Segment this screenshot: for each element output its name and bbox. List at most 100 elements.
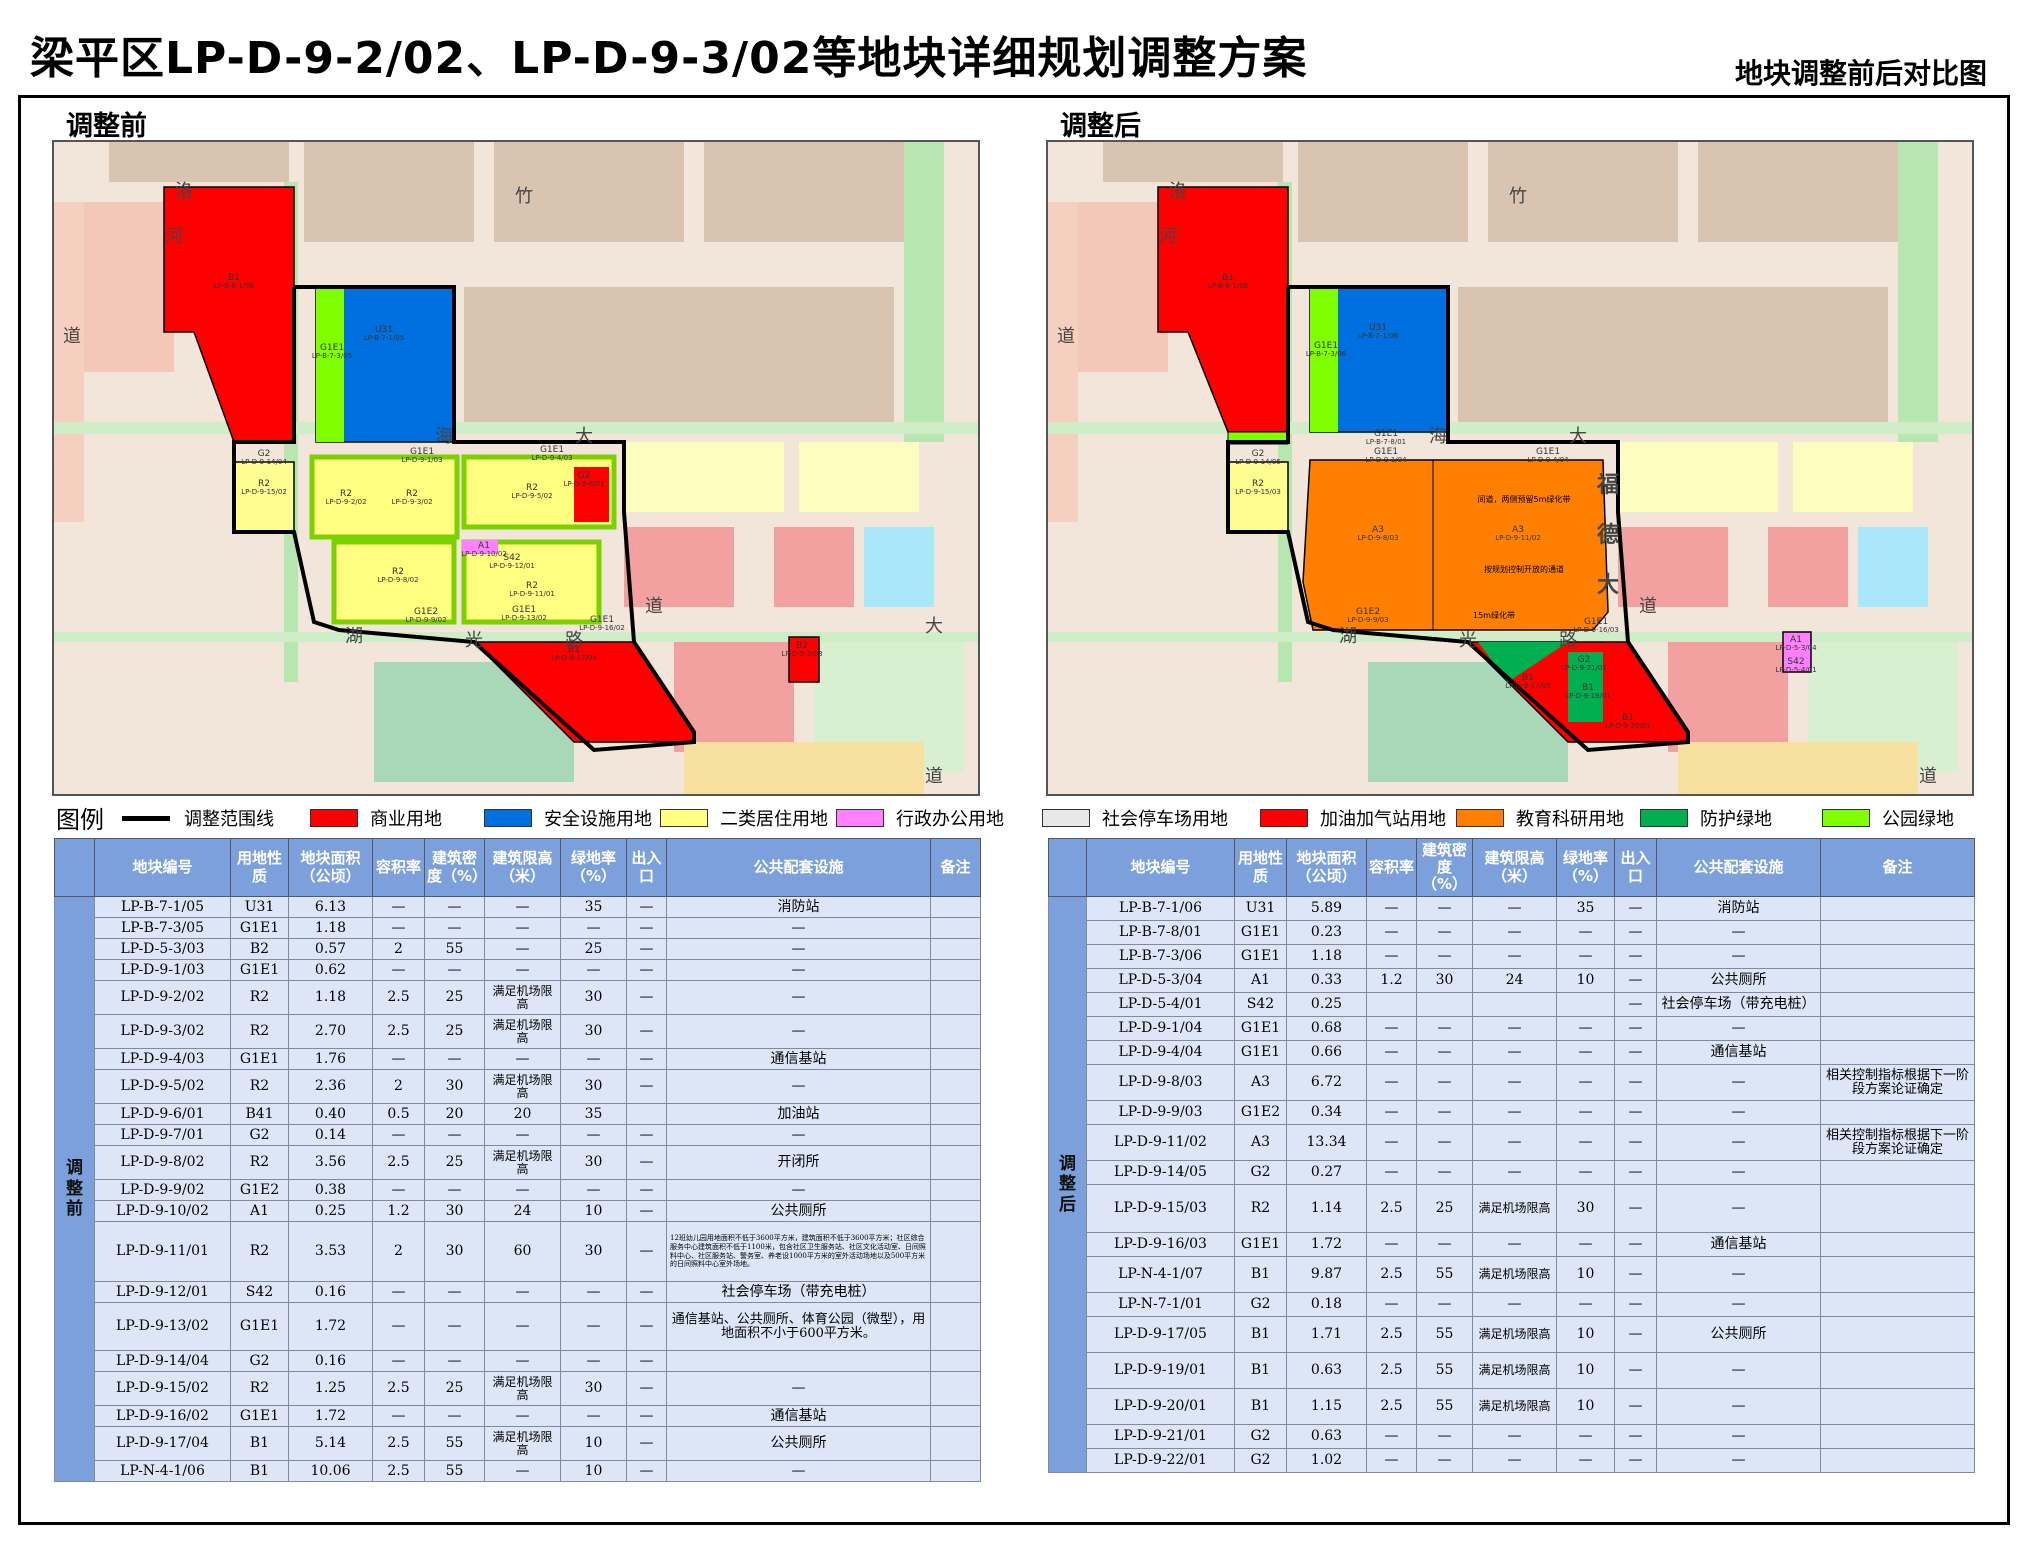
table-cell <box>930 1405 981 1427</box>
table-cell: 55 <box>1416 1388 1473 1425</box>
table-cell <box>1820 1256 1975 1293</box>
table-cell: LP-D-9-16/03 <box>1086 1232 1235 1257</box>
table-cell: 1.2 <box>1366 968 1417 993</box>
table-cell: 2.5 <box>372 1460 425 1482</box>
table-cell: 公共厕所 <box>1656 1316 1821 1353</box>
table-cell: 1.15 <box>1286 1388 1367 1425</box>
table-cell: — <box>1614 968 1657 993</box>
table-cell: R2 <box>230 1069 289 1104</box>
table-cell: — <box>1614 1424 1657 1449</box>
table-cell <box>930 896 981 918</box>
map-parcel-label: LP-D-9-19/01 <box>1565 692 1611 700</box>
table-cell: — <box>1416 944 1473 969</box>
table-cell: LP-D-9-6/01 <box>94 1103 231 1125</box>
table-cell: 1.25 <box>288 1371 373 1406</box>
table-cell: B1 <box>230 1460 289 1482</box>
green-strip <box>1048 422 1972 434</box>
table-cell: 25 <box>560 938 627 960</box>
table-cell: — <box>1614 1160 1657 1185</box>
table-cell: 满足机场限高 <box>1472 1352 1557 1389</box>
table-cell: — <box>1556 1100 1615 1125</box>
table-cell: — <box>1472 1160 1557 1185</box>
table-cell <box>930 1069 981 1104</box>
table-cell: R2 <box>230 980 289 1015</box>
table-cell: 2.5 <box>1366 1256 1417 1293</box>
table-header-cell: 公共配套设施 <box>1656 838 1821 897</box>
table-cell: R2 <box>230 1371 289 1406</box>
table-cell <box>930 1302 981 1351</box>
table-cell: 24 <box>484 1200 561 1222</box>
table-row: LP-D-9-5/02 R2 2.36 2 30 满足机场限高 30— — <box>55 1069 981 1104</box>
table-row: LP-D-9-12/01 S42 0.16— — — — — 社会停车场（带充电桩） <box>55 1281 981 1303</box>
table-cell: — <box>1416 1160 1473 1185</box>
table-cell <box>930 1145 981 1180</box>
table-cell: 通信基站 <box>1656 1040 1821 1065</box>
legend-item: 教育科研用地 <box>1456 806 1624 830</box>
table-cell: 0.14 <box>288 1124 373 1146</box>
table-cell: LP-D-9-3/02 <box>94 1014 231 1049</box>
table-cell: 满足机场限高 <box>484 980 561 1015</box>
map-parcel-label: LP-D-9-14/05 <box>1235 458 1281 466</box>
table-row: LP-N-4-1/06 B1 10.06 2.5 55—10— — <box>55 1460 981 1482</box>
table-cell: 开闭所 <box>666 1145 931 1180</box>
table-cell: 1.71 <box>1286 1316 1367 1353</box>
legend-swatch <box>1260 809 1308 827</box>
table-cell: — <box>484 1460 561 1482</box>
table-cell: 0.38 <box>288 1179 373 1201</box>
table-cell: — <box>1366 1424 1417 1449</box>
table-cell: B1 <box>1234 1256 1287 1293</box>
table-cell: — <box>484 1405 561 1427</box>
legend-item: 二类居住用地 <box>660 806 828 830</box>
table-cell <box>930 917 981 939</box>
block-commercial <box>624 527 734 607</box>
legend-swatch <box>1042 809 1090 827</box>
table-cell: 30 <box>424 1069 485 1104</box>
table-row: LP-D-9-8/02 R2 3.56 2.5 25 满足机场限高 30— 开闭所 <box>55 1145 981 1180</box>
table-row: LP-D-9-14/05 G2 0.27— — — — — — <box>1049 1160 1975 1185</box>
table-cell: G1E1 <box>230 1405 289 1427</box>
table-row: LP-D-9-14/04 G2 0.16— — — — — <box>55 1350 981 1372</box>
table-cell: — <box>666 1460 931 1482</box>
table-cell: 1.18 <box>1286 944 1367 969</box>
table-cell <box>930 1426 981 1461</box>
table-cell: R2 <box>1234 1184 1287 1233</box>
table-header-cell: 建筑限高（米） <box>484 838 561 897</box>
table-cell <box>1472 992 1557 1017</box>
table-cell: LP-D-9-9/03 <box>1086 1100 1235 1125</box>
table-header-cell: 建筑密度（%） <box>1416 838 1473 897</box>
table-cell: 55 <box>424 938 485 960</box>
block-residential-r2 <box>624 442 784 512</box>
table-cell: 满足机场限高 <box>1472 1316 1557 1353</box>
table-cell: — <box>1472 1064 1557 1101</box>
table-row: LP-D-9-6/01 B41 0.40 0.5 20 20 35 加油站 <box>55 1103 981 1125</box>
table-cell: 25 <box>424 980 485 1015</box>
table-cell: 6.13 <box>288 896 373 918</box>
table-cell: — <box>626 980 667 1015</box>
table-row: LP-D-9-9/03 G1E2 0.34— — — — — — <box>1049 1100 1975 1125</box>
table-cell: — <box>1614 1352 1657 1389</box>
table-cell <box>1820 1040 1975 1065</box>
legend-label: 防护绿地 <box>1700 809 1772 830</box>
legend-swatch <box>122 815 170 821</box>
legend-swatch <box>660 809 708 827</box>
table-cell: — <box>424 1124 485 1146</box>
road-name-label: 道 <box>1057 326 1075 347</box>
table-header-cell: 用地性质 <box>1234 838 1287 897</box>
table-cell: B1 <box>1234 1352 1287 1389</box>
block-parcel <box>1458 287 1888 432</box>
legend-label: 行政办公用地 <box>896 809 1004 830</box>
table-cell: 35 <box>560 896 627 918</box>
table-row: LP-D-9-20/01 B1 1.15 2.5 55 满足机场限高 10— — <box>1049 1388 1975 1425</box>
table-cell: S42 <box>230 1281 289 1303</box>
table-row: LP-D-9-3/02 R2 2.70 2.5 25 满足机场限高 30— — <box>55 1014 981 1049</box>
table-cell: 0.23 <box>1286 920 1367 945</box>
table-cell <box>1820 1016 1975 1041</box>
table-cell: — <box>1556 1292 1615 1317</box>
parcel-r2-residential <box>233 461 295 533</box>
table-cell: — <box>1366 1160 1417 1185</box>
table-cell: 35 <box>1556 896 1615 921</box>
table-cell: LP-B-7-3/05 <box>94 917 231 939</box>
table-cell: LP-D-9-1/04 <box>1086 1016 1235 1041</box>
block-parcel <box>464 287 894 432</box>
table-cell: 1.18 <box>288 917 373 939</box>
